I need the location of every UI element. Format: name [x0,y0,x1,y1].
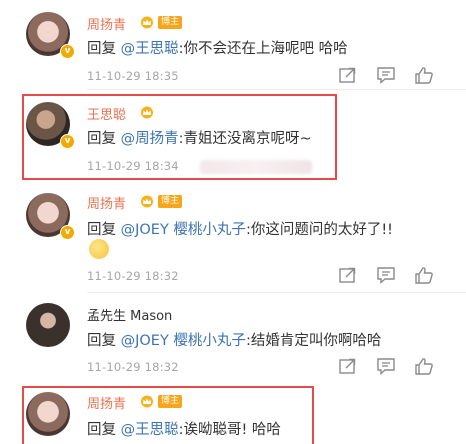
vip-badge: 博主 [158,195,183,208]
comment-icon[interactable] [376,357,396,375]
reply-prefix: 回复 [87,41,116,57]
highlight-box [22,386,314,444]
crown-icon [141,195,153,208]
mention-link[interactable]: @JOEY 樱桃小丸子 [121,222,246,238]
comment-actions [338,66,434,84]
comment-actions [338,357,434,375]
verified-icon: v [60,44,75,59]
avatar-image [26,303,70,347]
username[interactable]: 周扬青 [87,14,126,33]
like-icon[interactable] [414,266,434,284]
reply-prefix: 回复 [87,222,116,238]
emoji-icon [89,239,109,259]
comment-body: :结婚肯定叫你啊哈哈 [245,333,382,349]
reply-prefix: 回复 [87,333,116,349]
forward-icon[interactable] [338,66,358,84]
username[interactable]: 孟先生 Mason [87,305,172,324]
like-icon[interactable] [414,66,434,84]
comment-3: v 周扬青 博主 回复 @JOEY 樱桃小丸子:你这问题问的太好了!! 11-1… [0,183,466,293]
comment-text: 回复 @JOEY 樱桃小丸子:你这问题问的太好了!! [87,218,393,239]
timestamp: 11-10-29 18:32 [87,269,179,283]
timestamp: 11-10-29 18:32 [87,360,179,374]
mention-link[interactable]: @王思聪 [121,41,179,57]
comment-body: :你这问题问的太好了!! [245,222,393,238]
crown-icon [141,16,153,29]
mention-link[interactable]: @JOEY 樱桃小丸子 [121,333,246,349]
verified-icon: v [60,225,75,240]
avatar[interactable] [26,303,70,347]
timestamp: 11-10-29 18:35 [87,69,179,83]
comment-icon[interactable] [376,66,396,84]
comment-1: v 周扬青 博主 回复 @王思聪:你不会还在上海呢吧 哈哈 11-10-29 1… [0,0,466,90]
vip-badge: 博主 [158,16,183,29]
comment-actions [338,266,434,284]
comment-text: 回复 @JOEY 樱桃小丸子:结婚肯定叫你啊哈哈 [87,329,381,350]
comment-4: 孟先生 Mason 回复 @JOEY 樱桃小丸子:结婚肯定叫你啊哈哈 11-10… [0,293,466,383]
highlight-box [22,94,337,180]
forward-icon[interactable] [338,357,358,375]
comment-icon[interactable] [376,266,396,284]
like-icon[interactable] [414,357,434,375]
username[interactable]: 周扬青 [87,193,126,212]
comment-body: :你不会还在上海呢吧 哈哈 [178,41,348,57]
comment-text: 回复 @王思聪:你不会还在上海呢吧 哈哈 [87,37,348,58]
forward-icon[interactable] [338,266,358,284]
